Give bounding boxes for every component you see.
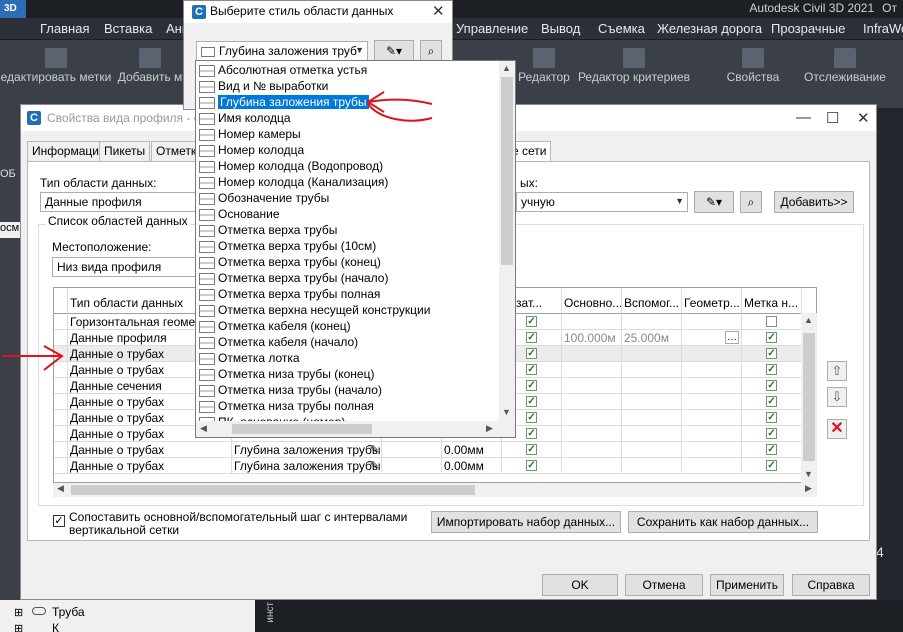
annotation-arrow-row [2, 345, 64, 371]
annotation-layer [2, 91, 433, 371]
annotation-arrow-style [366, 91, 433, 122]
